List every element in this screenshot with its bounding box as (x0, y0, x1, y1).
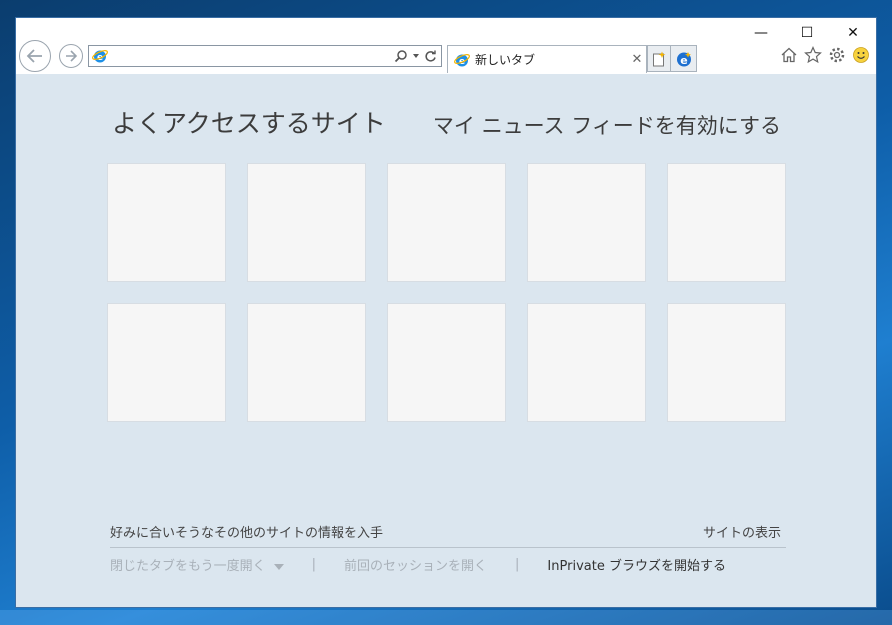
tools-button[interactable] (828, 46, 846, 64)
frequent-sites-grid (107, 163, 787, 422)
chevron-down-icon[interactable] (412, 52, 420, 60)
internet-explorer-icon: e (92, 50, 108, 63)
new-tab-button[interactable] (647, 45, 671, 72)
site-tile[interactable] (387, 163, 506, 282)
open-edge-button[interactable]: e (671, 45, 697, 72)
window-controls: — ☐ ✕ (738, 18, 876, 48)
address-bar: e (88, 45, 442, 67)
site-tile[interactable] (387, 303, 506, 422)
site-tile[interactable] (667, 303, 786, 422)
command-toolbar (780, 46, 870, 64)
reopen-last-session-link[interactable]: 前回のセッションを開く (344, 555, 487, 574)
suggested-sites-text: 好みに合いそうなその他のサイトの情報を入手 (110, 526, 384, 541)
address-tools (394, 49, 441, 63)
footer-links: 閉じたタブをもう一度開く | 前回のセッションを開く | InPrivate ブ… (110, 555, 726, 574)
edge-icon: e (676, 51, 691, 67)
forward-arrow-icon (66, 50, 78, 62)
start-inprivate-link[interactable]: InPrivate ブラウズを開始する (547, 555, 726, 574)
minimize-button[interactable]: — (738, 18, 784, 48)
enable-news-feed-link[interactable]: マイ ニュース フィードを有効にする (433, 110, 781, 140)
title-bar: — ☐ ✕ e e 新しいタブ ✕ e (16, 18, 876, 74)
site-tile[interactable] (107, 163, 226, 282)
separator: | (515, 557, 520, 572)
home-icon (781, 47, 797, 63)
home-button[interactable] (780, 46, 798, 64)
tab-new-tab[interactable]: e 新しいタブ ✕ (447, 45, 647, 73)
site-tile[interactable] (247, 303, 366, 422)
close-button[interactable]: ✕ (830, 18, 876, 48)
star-icon (804, 46, 822, 64)
favorites-button[interactable] (804, 46, 822, 64)
site-tile[interactable] (527, 163, 646, 282)
feedback-button[interactable] (852, 46, 870, 64)
back-arrow-icon (26, 49, 42, 63)
frequent-sites-title: よくアクセスするサイト (112, 109, 386, 138)
separator: | (311, 557, 317, 572)
internet-explorer-icon: e (454, 53, 470, 67)
svg-text:e: e (680, 54, 687, 67)
back-button[interactable] (19, 40, 51, 72)
tab-close-button[interactable]: ✕ (628, 52, 646, 67)
new-tab-page: よくアクセスするサイト マイ ニュース フィードを有効にする 好みに合いそうなそ… (16, 74, 876, 609)
gear-icon (829, 47, 845, 63)
site-tile[interactable] (527, 303, 646, 422)
new-tab-icon (653, 51, 666, 66)
search-icon[interactable] (394, 49, 408, 63)
forward-button[interactable] (59, 44, 83, 68)
refresh-icon[interactable] (424, 50, 437, 63)
show-sites-link[interactable]: サイトの表示 (703, 522, 781, 541)
site-tile[interactable] (107, 303, 226, 422)
maximize-button[interactable]: ☐ (784, 18, 830, 48)
site-tile[interactable] (667, 163, 786, 282)
browser-window: — ☐ ✕ e e 新しいタブ ✕ e よくアクセスするサイト マイ ニュース … (15, 17, 877, 608)
chevron-down-icon (273, 563, 284, 570)
tab-label: 新しいタブ (475, 53, 536, 67)
site-tile[interactable] (247, 163, 366, 282)
reopen-closed-tabs-link[interactable]: 閉じたタブをもう一度開く (110, 555, 284, 574)
smiley-icon (853, 47, 869, 63)
divider (110, 547, 786, 548)
address-input[interactable] (109, 47, 394, 65)
reopen-closed-tabs-label: 閉じたタブをもう一度開く (110, 559, 266, 574)
